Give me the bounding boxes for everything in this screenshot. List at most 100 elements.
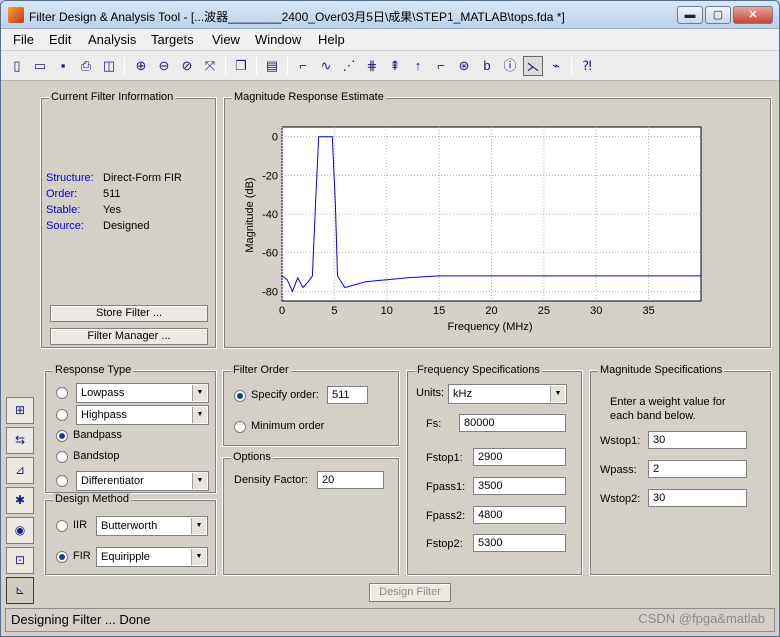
bandstop-label: Bandstop [73,450,120,462]
x-tick-label: 10 [381,305,393,317]
whats-this-icon[interactable]: ⁈ [577,56,597,76]
print-preview-icon[interactable]: ◫ [99,56,119,76]
coefficients-icon[interactable]: b [477,56,497,76]
menu-targets[interactable]: Targets [151,32,194,47]
magnitude-estimate-icon[interactable]: ⋋ [523,56,543,76]
zoom-x-icon[interactable]: ⊖ [154,56,174,76]
title-bar: Filter Design & Analysis Tool - [...波器__… [1,1,779,29]
options-panel: Options Density Factor: 20 [222,451,400,576]
close-button[interactable]: ✕ [733,6,773,24]
iir-label: IIR [73,519,88,531]
wpass-input[interactable]: 2 [648,460,747,478]
create-multirate-icon[interactable]: ⇆ [6,427,34,454]
differentiator-dropdown[interactable]: Differentiator ▼ [76,471,209,491]
minimum-order-label: Minimum order [251,420,325,432]
menu-help[interactable]: Help [318,32,345,47]
minimize-button[interactable]: ▬ [677,6,703,24]
highpass-radio[interactable] [56,409,68,421]
fir-radio[interactable] [56,551,68,563]
info-icon[interactable]: ⓘ [500,56,520,76]
lowpass-dropdown[interactable]: Lowpass ▼ [76,383,209,403]
wstop1-label: Wstop1: [600,435,641,447]
fstop2-input[interactable]: 5300 [473,534,566,552]
save-icon[interactable]: ▪ [53,56,73,76]
specify-order-radio[interactable] [234,390,246,402]
transform-filter-icon[interactable]: ⊞ [6,397,34,424]
mag-phase-icon[interactable]: ⋰ [339,56,359,76]
wstop2-label: Wstop2: [600,493,641,505]
highpass-dropdown[interactable]: Highpass ▼ [76,405,209,425]
fstop1-input[interactable]: 2900 [473,448,566,466]
menu-analysis[interactable]: Analysis [88,32,136,47]
menu-file[interactable]: File [13,32,34,47]
fir-label: FIR [73,550,91,562]
round-off-noise-icon[interactable]: ⌁ [546,56,566,76]
filter-order-panel: Filter Order Specify order: 511 Minimum … [222,364,400,447]
phase-delay-icon[interactable]: ⇞ [385,56,405,76]
units-dropdown[interactable]: kHz ▼ [448,384,567,404]
current-filter-panel: Current Filter Information Structure: Di… [40,91,217,349]
fir-type-dropdown[interactable]: Equiripple ▼ [96,547,208,567]
group-delay-icon[interactable]: ⋕ [362,56,382,76]
x-tick-label: 25 [538,305,550,317]
x-axis-label: Frequency (MHz) [448,321,533,333]
y-axis-label: Magnitude (dB) [244,177,256,252]
minimum-order-radio[interactable] [234,421,246,433]
print-icon[interactable]: ⎙ [76,56,96,76]
zoom-y-icon[interactable]: ⊘ [177,56,197,76]
menu-view[interactable]: View [212,32,240,47]
x-tick-label: 0 [279,305,285,317]
zoom-in-icon[interactable]: ⊕ [131,56,151,76]
order-input[interactable]: 511 [327,386,368,404]
window-title: Filter Design & Analysis Tool - [...波器__… [29,10,565,24]
specify-order-label: Specify order: [251,389,319,401]
open-icon[interactable]: ▭ [30,56,50,76]
full-view-icon[interactable]: ⤧ [200,56,220,76]
phase-response-icon[interactable]: ∿ [316,56,336,76]
magnitude-spec-panel: Magnitude Specifications Enter a weight … [589,364,772,576]
y-tick-label: -80 [262,286,278,298]
x-tick-label: 5 [331,305,337,317]
iir-radio[interactable] [56,520,68,532]
iir-type-dropdown[interactable]: Butterworth ▼ [96,516,208,536]
filter-spec-icon[interactable]: ▤ [262,56,282,76]
bandstop-radio[interactable] [56,451,68,463]
design-filter-button[interactable]: Design Filter [369,583,451,602]
filter-manager-button[interactable]: Filter Manager ... [50,328,208,345]
density-factor-input[interactable]: 20 [317,471,384,489]
quantization-icon[interactable]: ⊡ [6,547,34,574]
import-filter-icon[interactable]: ◉ [6,517,34,544]
fpass2-input[interactable]: 4800 [473,506,566,524]
weight-note-2: each band below. [610,410,696,422]
matlab-icon [8,7,24,23]
weight-note-1: Enter a weight value for [610,396,726,408]
wstop2-input[interactable]: 30 [648,489,747,507]
design-filter-icon[interactable]: ⊾ [6,577,34,604]
menu-edit[interactable]: Edit [49,32,71,47]
menu-window[interactable]: Window [255,32,301,47]
fs-input[interactable]: 80000 [459,414,566,432]
frequency-spec-panel: Frequency Specifications Units: kHz ▼ Fs:… [406,364,583,576]
lowpass-radio[interactable] [56,387,68,399]
magnitude-response-icon[interactable]: ⌐ [293,56,313,76]
maximize-button[interactable]: ▢ [705,6,731,24]
fpass1-input[interactable]: 3500 [473,477,566,495]
realize-model-icon[interactable]: ⊿ [6,457,34,484]
magnitude-spec-title: Magnitude Specifications [598,364,725,376]
source-label: Source: [46,220,84,232]
order-label: Order: [46,188,78,200]
store-filter-button[interactable]: Store Filter ... [50,305,208,322]
magnitude-plot[interactable]: 0 5 10 15 20 25 30 35 0 -20 -40 -60 -80 Frequency (M… [224,98,773,350]
pole-zero-icon[interactable]: ⊛ [454,56,474,76]
wpass-label: Wpass: [600,464,637,476]
response-type-panel: Response Type Lowpass ▼ Highpass ▼ Bandpas… [44,364,217,494]
new-window-icon[interactable]: ❐ [231,56,251,76]
differentiator-radio[interactable] [56,475,68,487]
new-icon[interactable]: ▯ [7,56,27,76]
step-response-icon[interactable]: ⌐ [431,56,451,76]
frequency-spec-title: Frequency Specifications [415,364,542,376]
wstop1-input[interactable]: 30 [648,431,747,449]
bandpass-radio[interactable] [56,430,68,442]
impulse-response-icon[interactable]: ↑ [408,56,428,76]
pole-zero-editor-icon[interactable]: ✱ [6,487,34,514]
